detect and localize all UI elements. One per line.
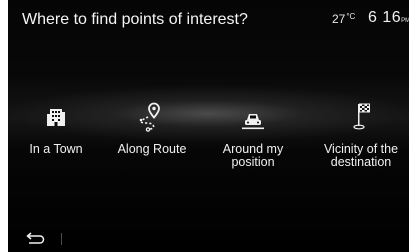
option-label: In a Town <box>29 142 83 156</box>
nav-screen: Where to find points of interest? 27°C 6… <box>8 0 409 252</box>
option-label: Vicinity of the destination <box>323 142 399 169</box>
checkered-flag-icon <box>353 103 370 130</box>
back-arrow-icon[interactable] <box>26 230 46 246</box>
divider <box>61 233 62 245</box>
clock-ampm: PM <box>401 18 409 24</box>
bottom-bar <box>8 226 409 252</box>
option-along-route[interactable]: Along Route <box>104 100 200 156</box>
option-in-a-town[interactable]: In a Town <box>8 100 104 156</box>
option-label: Around my position <box>222 142 284 169</box>
option-vicinity-of-destination[interactable]: Vicinity of the destination <box>313 100 409 169</box>
option-around-my-position[interactable]: Around my position <box>205 100 301 169</box>
route-pin-icon <box>139 102 160 132</box>
temperature-readout: 27°C <box>332 12 355 26</box>
option-label: Along Route <box>117 142 187 156</box>
clock: 6 16PM <box>368 9 409 27</box>
temperature-unit: °C <box>346 12 356 21</box>
temperature-value: 27 <box>332 12 346 26</box>
page-title: Where to find points of interest? <box>22 11 248 28</box>
poi-search-options: In a Town Along Route Around my position… <box>8 100 409 180</box>
building-icon <box>47 109 65 126</box>
car-position-icon <box>242 114 264 130</box>
clock-time: 6 16 <box>368 9 402 26</box>
